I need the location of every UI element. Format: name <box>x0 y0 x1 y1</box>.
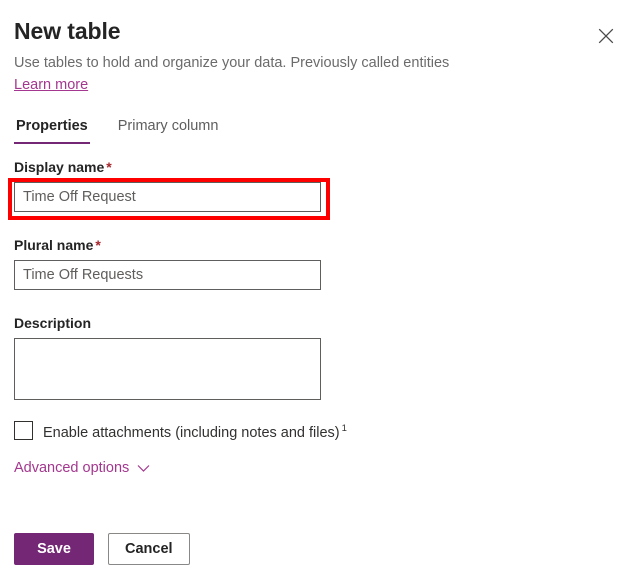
close-icon <box>598 28 614 44</box>
tab-primary-column[interactable]: Primary column <box>116 116 221 144</box>
page-title: New table <box>14 16 622 46</box>
plural-name-required-marker: * <box>95 237 100 253</box>
save-button[interactable]: Save <box>14 533 94 565</box>
enable-attachments-footnote: 1 <box>342 423 347 434</box>
panel-header: New table Use tables to hold and organiz… <box>14 16 622 94</box>
description-textarea[interactable] <box>14 338 321 400</box>
advanced-options-label: Advanced options <box>14 458 129 478</box>
enable-attachments-label: Enable attachments (including notes and … <box>43 419 347 443</box>
learn-more-link[interactable]: Learn more <box>14 77 88 93</box>
panel-footer: Save Cancel <box>14 533 190 565</box>
advanced-options-toggle[interactable]: Advanced options <box>14 458 150 478</box>
chevron-down-icon <box>137 464 150 473</box>
display-name-label: Display name* <box>14 158 321 176</box>
enable-attachments-checkbox[interactable] <box>14 421 33 440</box>
plural-name-input[interactable] <box>14 260 321 290</box>
cancel-button[interactable]: Cancel <box>108 533 190 565</box>
plural-name-label-text: Plural name <box>14 237 93 253</box>
display-name-label-text: Display name <box>14 159 104 175</box>
panel-subtitle: Use tables to hold and organize your dat… <box>14 53 622 73</box>
enable-attachments-label-text: Enable attachments (including notes and … <box>43 425 340 441</box>
display-name-input[interactable] <box>14 182 321 212</box>
close-button[interactable] <box>590 20 622 52</box>
plural-name-field-group: Plural name* <box>14 236 321 290</box>
tab-list: Properties Primary column <box>14 116 220 144</box>
plural-name-label: Plural name* <box>14 236 321 254</box>
display-name-required-marker: * <box>106 159 111 175</box>
description-label: Description <box>14 314 321 332</box>
enable-attachments-row[interactable]: Enable attachments (including notes and … <box>14 419 347 443</box>
display-name-field-group: Display name* <box>14 158 321 212</box>
new-table-panel: New table Use tables to hold and organiz… <box>0 0 636 588</box>
description-field-group: Description <box>14 314 321 405</box>
tab-properties[interactable]: Properties <box>14 116 90 144</box>
